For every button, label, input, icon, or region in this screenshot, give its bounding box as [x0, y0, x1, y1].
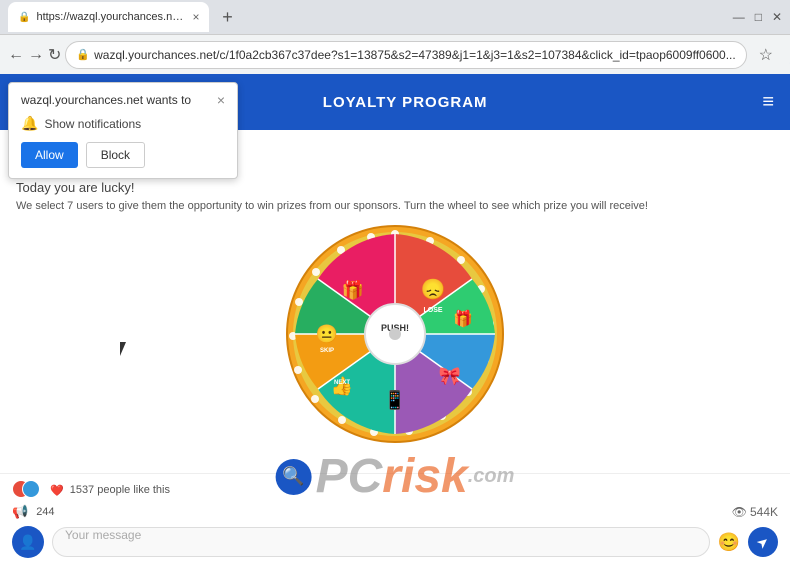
promo-text: We select 7 users to give them the oppor… — [16, 199, 774, 214]
avatar-2 — [22, 480, 40, 498]
message-input[interactable]: Your message — [52, 527, 710, 557]
likes-text: ❤️ — [50, 484, 64, 497]
spin-wheel-svg: PUSH! 😞 LOSE 🎁 🎁 🎀 📱 👍 — [285, 224, 505, 444]
svg-text:😞: 😞 — [421, 278, 446, 301]
share-icon: 📢 — [12, 504, 28, 520]
address-bar[interactable]: 🔒 wazql.yourchances.net/c/1f0a2cb367c37d… — [65, 41, 746, 69]
account-button[interactable]: 👤 — [783, 40, 790, 70]
browser-window: 🔒 https://wazql.yourchances.net/c/ × + —… — [0, 0, 790, 564]
window-controls: — □ ✕ — [733, 10, 782, 24]
svg-text:LOSE: LOSE — [423, 307, 442, 314]
refresh-button[interactable]: ↻ — [48, 40, 61, 70]
views-count: 👁 544K — [732, 505, 778, 519]
message-row[interactable]: 👤 Your message 😊 ➤ — [12, 526, 778, 558]
lucky-text: Today you are lucky! — [16, 180, 774, 195]
allow-button[interactable]: Allow — [21, 142, 78, 168]
emoji-button[interactable]: 😊 — [718, 532, 740, 553]
forward-button[interactable]: → — [28, 40, 44, 70]
popup-title: wazql.yourchances.net wants to — [21, 93, 191, 107]
title-bar: 🔒 https://wazql.yourchances.net/c/ × + —… — [0, 0, 790, 34]
message-placeholder: Your message — [65, 528, 141, 542]
likes-count: 1537 people like this — [70, 484, 170, 496]
webpage: ☰ LOYALTY PROGRAM ≡ Thursday, 28 January… — [0, 74, 790, 564]
svg-text:🎁: 🎁 — [453, 309, 473, 328]
comment-area: ❤️ 1537 people like this 📢 244 👁 544K 👤 … — [0, 473, 790, 564]
spin-wheel-container[interactable]: PUSH! 😞 LOSE 🎁 🎁 🎀 📱 👍 — [285, 224, 505, 444]
tab-favicon: 🔒 — [18, 12, 30, 23]
bookmark-button[interactable]: ☆ — [751, 40, 781, 70]
tab-close-btn[interactable]: × — [192, 10, 199, 24]
share-row: 📢 244 👁 544K — [12, 504, 778, 520]
notification-text: Show notifications — [44, 117, 141, 131]
tab-label: https://wazql.yourchances.net/c/ — [36, 11, 186, 23]
notification-popup: wazql.yourchances.net wants to × 🔔 Show … — [8, 82, 238, 179]
send-button[interactable]: ➤ — [748, 527, 778, 557]
svg-text:🎁: 🎁 — [342, 279, 364, 300]
back-button[interactable]: ← — [8, 40, 24, 70]
likes-row: ❤️ 1537 people like this — [12, 480, 778, 500]
svg-text:🎀: 🎀 — [439, 366, 461, 386]
navigation-bar: ← → ↻ 🔒 wazql.yourchances.net/c/1f0a2cb3… — [0, 34, 790, 74]
svg-text:NEXT: NEXT — [334, 380, 350, 386]
block-button[interactable]: Block — [86, 142, 145, 168]
nav-right-buttons: ☆ 👤 ⋮ — [751, 40, 790, 70]
popup-close-button[interactable]: × — [217, 93, 225, 107]
popup-notification-row: 🔔 Show notifications — [21, 115, 225, 132]
popup-buttons: Allow Block — [21, 142, 225, 168]
address-text: wazql.yourchances.net/c/1f0a2cb367c37dee… — [94, 48, 736, 62]
eye-icon: 👁 — [732, 505, 747, 519]
avatar-group — [12, 480, 44, 500]
browser-tab[interactable]: 🔒 https://wazql.yourchances.net/c/ × — [8, 2, 209, 32]
hamburger-menu[interactable]: ≡ — [762, 91, 774, 114]
user-avatar: 👤 — [12, 526, 44, 558]
maximize-button[interactable]: □ — [755, 10, 762, 24]
new-tab-button[interactable]: + — [213, 3, 241, 31]
close-button[interactable]: ✕ — [772, 10, 782, 24]
send-icon: ➤ — [753, 532, 773, 553]
popup-header: wazql.yourchances.net wants to × — [21, 93, 225, 107]
svg-text:😐: 😐 — [316, 324, 338, 344]
minimize-button[interactable]: — — [733, 10, 745, 24]
bell-icon: 🔔 — [21, 115, 38, 132]
page-header-title: LOYALTY PROGRAM — [323, 94, 488, 111]
share-count: 244 — [36, 506, 54, 518]
svg-text:📱: 📱 — [384, 389, 406, 410]
svg-text:SKIP: SKIP — [320, 348, 334, 354]
